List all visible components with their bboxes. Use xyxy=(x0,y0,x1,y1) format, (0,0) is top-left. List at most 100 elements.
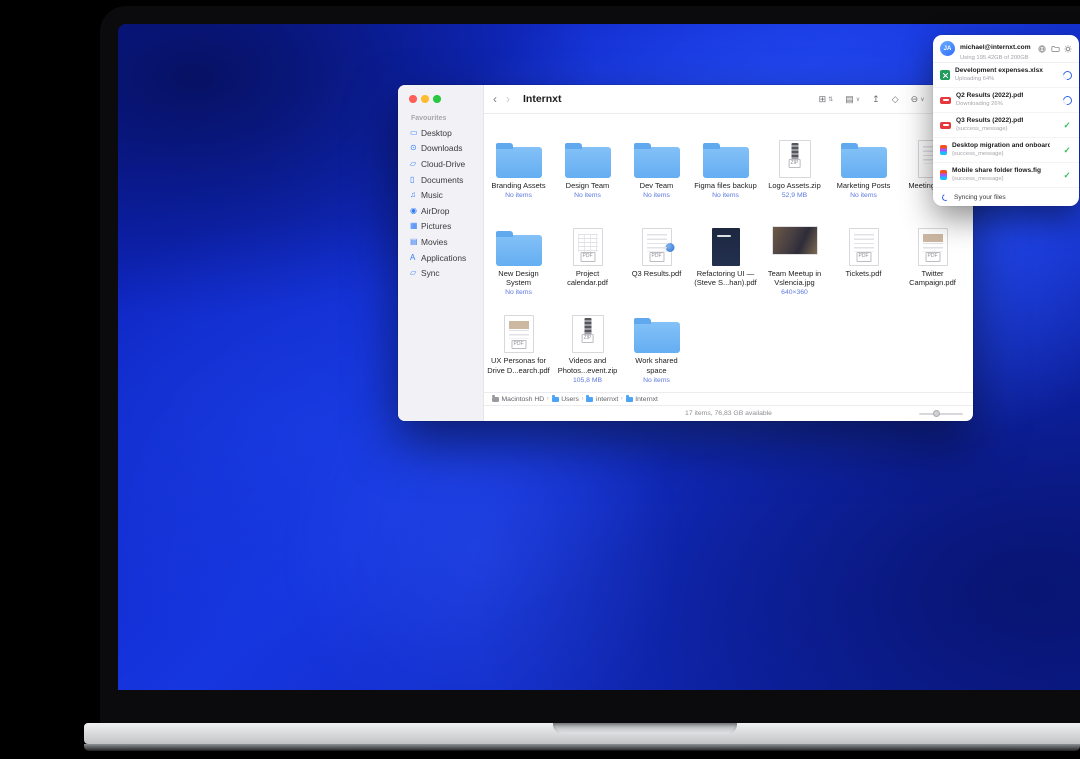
file-name: Videos and Photos...event.zip xyxy=(556,356,620,376)
open-folder-button[interactable] xyxy=(1051,45,1060,53)
sync-item[interactable]: Q3 Results (2022).pdf {success_message} xyxy=(933,113,1079,138)
file-name: Team Meetup in Vslencia.jpg xyxy=(763,269,827,289)
sidebar-item-label: Cloud-Drive xyxy=(421,159,465,169)
file-item[interactable]: PDF UX Personas for Drive D...earch.pdf xyxy=(484,307,553,392)
view-toggle-button[interactable]: ⊞ ⇅ xyxy=(819,94,834,105)
sidebar-item-label: AirDrop xyxy=(421,206,449,216)
sidebar-item[interactable]: ▱ Cloud-Drive xyxy=(398,156,483,172)
gear-icon xyxy=(1064,45,1072,53)
file-name: Design Team xyxy=(566,181,610,191)
sidebar-item[interactable]: ▯ Documents xyxy=(398,172,483,188)
minimize-window-button[interactable] xyxy=(421,95,429,103)
file-item[interactable]: Marketing Posts No items xyxy=(829,132,898,220)
sync-panel-header: JA michael@internxt.com Using 195.42GB o… xyxy=(933,35,1079,63)
file-meta: No items xyxy=(643,192,670,199)
path-segment[interactable]: Macintosh HD › xyxy=(492,396,549,403)
sidebar-item-icon: ▦ xyxy=(410,222,421,230)
file-name: Q3 Results.pdf xyxy=(632,269,682,279)
file-item[interactable]: Work shared space No items xyxy=(622,307,691,392)
path-segment[interactable]: Internxt xyxy=(626,396,658,403)
sidebar-item[interactable]: A Applications xyxy=(398,250,483,266)
tag-button[interactable]: ◇ xyxy=(892,94,899,105)
file-icon-area: ZIP xyxy=(760,132,829,178)
file-name: UX Personas for Drive D...earch.pdf xyxy=(487,356,551,376)
finder-sidebar: Favourites ▭ Desktop ⊙ Downloads ▱ Cloud… xyxy=(398,85,484,421)
sidebar-item[interactable]: ◉ AirDrop xyxy=(398,203,483,219)
path-folder-icon xyxy=(626,397,633,402)
sidebar-item-icon: ♫ xyxy=(410,191,421,199)
group-icon: ▤ xyxy=(845,94,854,105)
file-item[interactable]: Team Meetup in Vslencia.jpg 640×360 xyxy=(760,220,829,308)
file-meta: No items xyxy=(643,377,670,384)
settings-button[interactable] xyxy=(1064,45,1072,53)
file-name: Tickets.pdf xyxy=(846,269,882,279)
forward-button[interactable]: › xyxy=(506,93,510,105)
tag-icon: ◇ xyxy=(892,94,899,105)
file-icon-area xyxy=(484,132,553,178)
slider-knob[interactable] xyxy=(933,410,940,417)
sidebar-item[interactable]: ♫ Music xyxy=(398,187,483,203)
sidebar-item[interactable]: ⊙ Downloads xyxy=(398,141,483,157)
sync-panel-footer: Syncing your files xyxy=(933,188,1079,206)
window-controls xyxy=(409,95,441,103)
sync-item-status: Uploading 64% xyxy=(955,76,1043,82)
file-item[interactable]: Refactoring UI — (Steve S...han).pdf xyxy=(691,220,760,308)
file-icon-area: ZIP xyxy=(553,307,622,353)
share-icon: ↥ xyxy=(872,94,880,105)
path-segment[interactable]: Users › xyxy=(552,396,584,403)
sidebar-item[interactable]: ▱ Sync xyxy=(398,265,483,281)
sync-item[interactable]: Mobile share folder flows.fig {success_m… xyxy=(933,163,1079,188)
laptop-lid-notch xyxy=(553,723,737,734)
file-item[interactable]: Figma files backup No items xyxy=(691,132,760,220)
sidebar-item[interactable]: ▦ Pictures xyxy=(398,219,483,235)
sync-item[interactable]: Q2 Results (2022).pdf Downloading 26% xyxy=(933,88,1079,113)
file-name: Dev Team xyxy=(640,181,674,191)
file-item[interactable]: Dev Team No items xyxy=(622,132,691,220)
sync-state-icon xyxy=(1062,146,1072,155)
sync-item[interactable]: Desktop migration and onboardi... {succe… xyxy=(933,138,1079,163)
syncing-spinner-icon xyxy=(941,193,950,202)
file-item[interactable]: ZIP Logo Assets.zip 52,9 MB xyxy=(760,132,829,220)
file-icon xyxy=(565,147,611,178)
account-email: michael@internxt.com xyxy=(960,44,1031,51)
file-meta: No items xyxy=(850,192,877,199)
path-separator: › xyxy=(547,396,549,402)
share-button[interactable]: ↥ xyxy=(872,94,880,105)
sidebar-item-icon: ▯ xyxy=(410,176,421,184)
file-name: Logo Assets.zip xyxy=(768,181,821,191)
file-name: Twitter Campaign.pdf xyxy=(901,269,965,289)
path-separator: › xyxy=(621,396,623,402)
back-button[interactable]: ‹ xyxy=(493,93,497,105)
sync-item-name: Development expenses.xlsx xyxy=(955,67,1043,74)
file-icon: ZIP xyxy=(779,140,811,178)
group-by-button[interactable]: ▤ ∨ xyxy=(845,94,860,105)
sidebar-item[interactable]: ▤ Movies xyxy=(398,234,483,250)
file-icon-area xyxy=(829,132,898,178)
sidebar-item-icon: ▭ xyxy=(410,129,421,137)
file-item[interactable]: PDF Twitter Campaign.pdf xyxy=(898,220,967,308)
file-icon-area: PDF xyxy=(829,220,898,266)
globe-button[interactable] xyxy=(1038,45,1046,53)
zoom-window-button[interactable] xyxy=(433,95,441,103)
path-segment-label: Users xyxy=(561,396,579,403)
path-segment[interactable]: internxt › xyxy=(586,396,622,403)
file-item[interactable]: PDF Project calendar.pdf xyxy=(553,220,622,308)
path-segment-label: internxt xyxy=(596,396,618,403)
icon-size-slider[interactable] xyxy=(919,413,963,415)
file-icon-area xyxy=(622,307,691,353)
file-item[interactable]: PDF Tickets.pdf xyxy=(829,220,898,308)
sync-panel: JA michael@internxt.com Using 195.42GB o… xyxy=(933,35,1079,206)
file-item[interactable]: PDF Q3 Results.pdf xyxy=(622,220,691,308)
file-type-badge: ZIP xyxy=(788,159,801,169)
more-actions-button[interactable]: ⊖ ∨ xyxy=(911,94,925,105)
sidebar-item[interactable]: ▭ Desktop xyxy=(398,125,483,141)
file-item[interactable]: Branding Assets No items xyxy=(484,132,553,220)
avatar: JA xyxy=(940,41,955,56)
file-item[interactable]: New Design System No items xyxy=(484,220,553,308)
file-kind-icon xyxy=(940,97,951,104)
file-item[interactable]: ZIP Videos and Photos...event.zip 105,8 … xyxy=(553,307,622,392)
file-item[interactable]: Design Team No items xyxy=(553,132,622,220)
sidebar-item-icon: ◉ xyxy=(410,207,421,215)
sync-item[interactable]: Development expenses.xlsx Uploading 64% xyxy=(933,63,1079,88)
close-window-button[interactable] xyxy=(409,95,417,103)
